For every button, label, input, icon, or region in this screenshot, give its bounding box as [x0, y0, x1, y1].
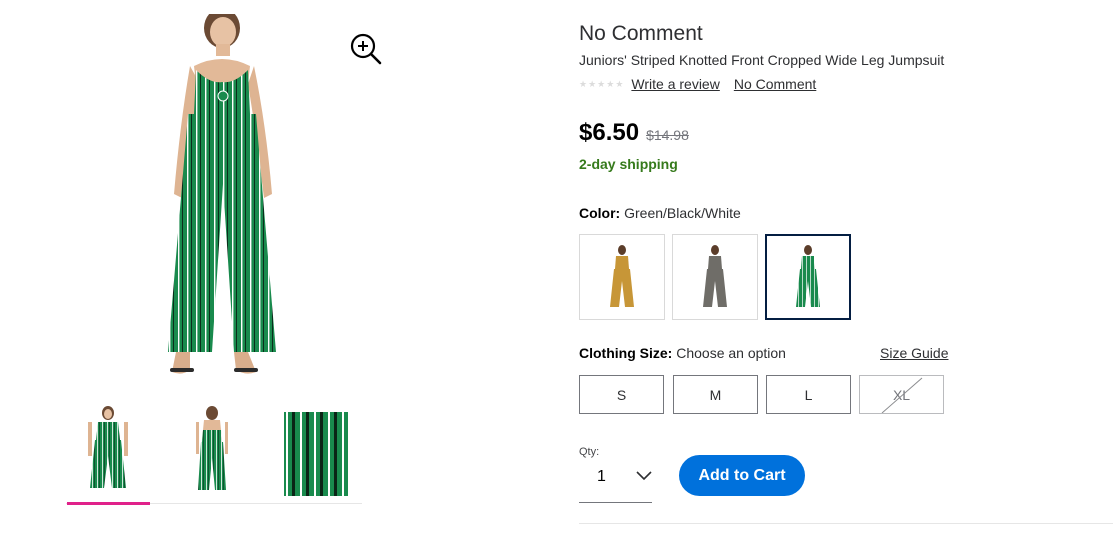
quantity-select[interactable]: 1: [579, 460, 652, 503]
shipping-badge: 2-day shipping: [579, 156, 678, 172]
size-option-m[interactable]: M: [673, 375, 758, 414]
was-price: $14.98: [646, 127, 689, 143]
color-swatch-gray[interactable]: [672, 234, 758, 320]
color-swatch-green-selected[interactable]: [765, 234, 851, 320]
quantity-label: Qty:: [579, 446, 600, 458]
current-price: $6.50: [579, 119, 640, 146]
add-to-cart-button[interactable]: Add to Cart: [679, 455, 805, 496]
star-icon: ★: [579, 78, 588, 89]
thumbnail-front[interactable]: [66, 404, 150, 505]
size-guide-link[interactable]: Size Guide: [880, 345, 948, 361]
color-label-row: Color: Green/Black/White: [579, 205, 741, 221]
size-label-row: Clothing Size: Choose an option: [579, 345, 786, 361]
star-icon: ★: [588, 78, 597, 89]
zoom-in-icon[interactable]: [349, 32, 383, 66]
thumbnail-strip: [66, 404, 362, 505]
unavailable-strike-icon: [881, 377, 923, 413]
size-option-s[interactable]: S: [579, 375, 664, 414]
chevron-down-icon: [636, 471, 652, 481]
product-brand: No Comment: [579, 22, 703, 45]
quantity-value: 1: [597, 468, 606, 485]
star-icon: ★: [606, 78, 615, 89]
color-selected-value: Green/Black/White: [624, 205, 741, 221]
thumbnail-fabric-detail[interactable]: [284, 404, 354, 504]
write-review-link[interactable]: Write a review: [631, 76, 719, 92]
color-swatch-mustard[interactable]: [579, 234, 665, 320]
rating-row: ★ ★ ★ ★ ★ Write a review No Comment: [579, 76, 830, 92]
product-title: Juniors' Striped Knotted Front Cropped W…: [579, 52, 945, 68]
size-option-xl-unavailable[interactable]: XL: [859, 375, 944, 414]
star-icon: ★: [615, 78, 624, 89]
main-product-image[interactable]: [150, 8, 300, 376]
thumbnail-back[interactable]: [170, 404, 254, 504]
star-icon: ★: [597, 78, 606, 89]
color-label: Color:: [579, 205, 621, 221]
size-label: Clothing Size:: [579, 345, 673, 361]
section-divider: [579, 523, 1113, 524]
brand-link[interactable]: No Comment: [734, 76, 816, 92]
rating-stars: ★ ★ ★ ★ ★: [579, 78, 624, 89]
price-row: $6.50 $14.98: [579, 119, 689, 147]
size-prompt: Choose an option: [676, 345, 786, 361]
size-option-l[interactable]: L: [766, 375, 851, 414]
